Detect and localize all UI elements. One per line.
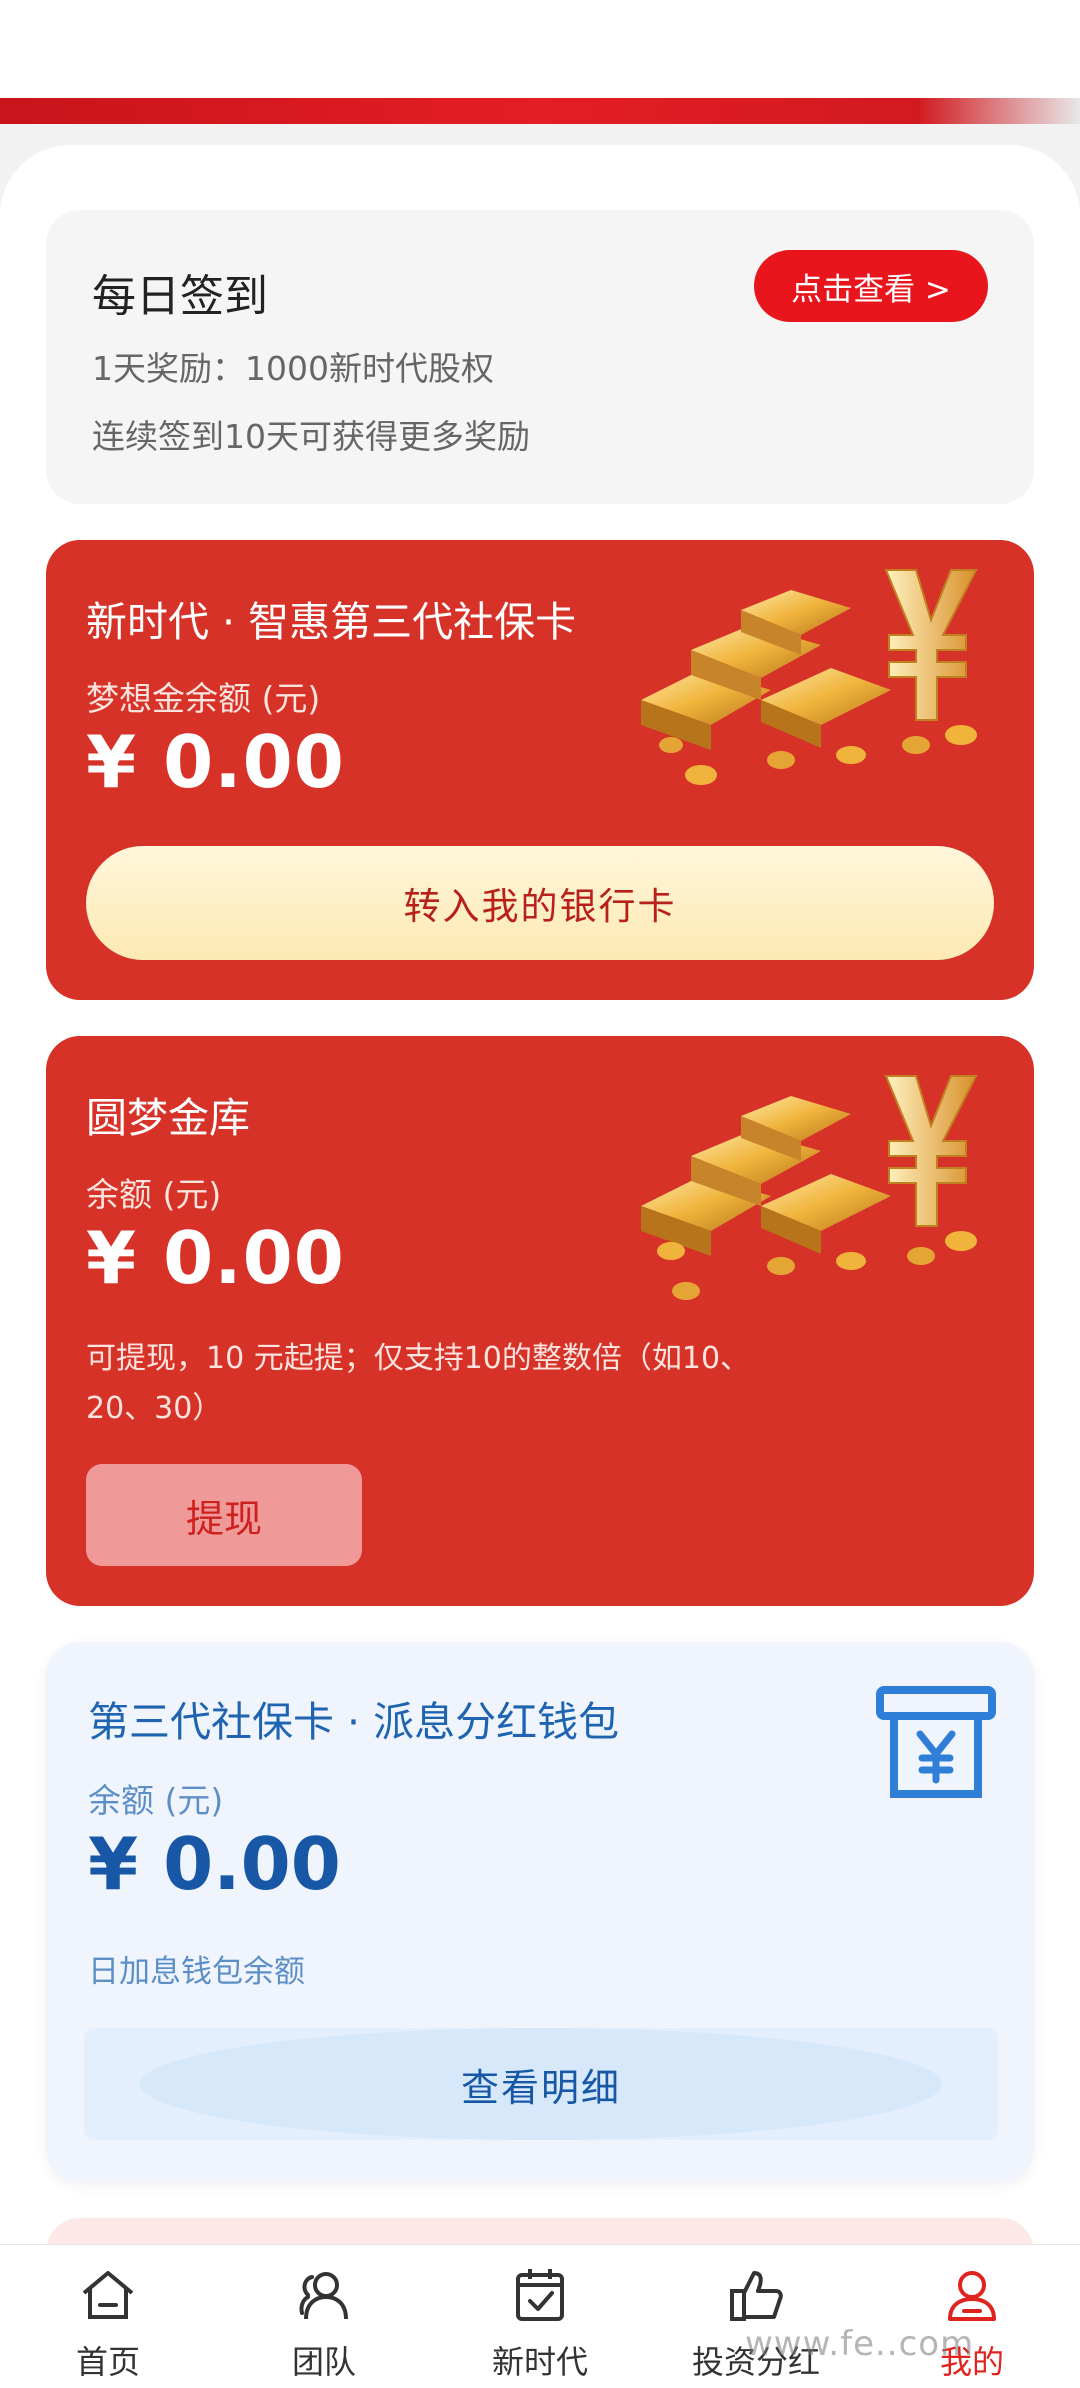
user-icon — [948, 2271, 996, 2321]
balance-amount: ¥ 0.00 — [88, 1822, 341, 1906]
watermark: www.fe..com — [745, 2324, 975, 2364]
home-icon — [82, 2271, 134, 2319]
social-card-wallet: 新时代 · 智惠第三代社保卡 梦想金余额 (元) ¥ 0.00 转入我的银行卡 — [46, 540, 1034, 1000]
nav-investment[interactable]: 投资分红 — [648, 2245, 864, 2388]
card-title: 圆梦金库 — [86, 1094, 250, 1142]
card-title: 第三代社保卡 · 派息分红钱包 — [88, 1698, 620, 1746]
daily-signin-card: 每日签到 点击查看 > 1天奖励：1000新时代股权 连续签到10天可获得更多奖… — [46, 210, 1034, 504]
nav-me[interactable]: 我的 — [864, 2245, 1080, 2388]
dream-vault-card: 圆梦金库 余额 (元) ¥ 0.00 可提现，10 元起提；仅支持10的整数倍（… — [46, 1036, 1034, 1606]
bottom-nav: 首页 团队 新时代 投资分红 我的 — [0, 2244, 1080, 2388]
balance-amount: ¥ 0.00 — [86, 1216, 345, 1300]
team-icon — [299, 2272, 348, 2320]
dividend-wallet-card: 第三代社保卡 · 派息分红钱包 余额 (元) ¥ 0.00 日加息钱包余额 查看… — [46, 1642, 1034, 2182]
view-details-label: 查看明细 — [460, 2065, 621, 2110]
calendar-check-icon — [516, 2269, 564, 2321]
nav-home[interactable]: 首页 — [0, 2245, 216, 2388]
daily-interest-text: 日加息钱包余额 — [88, 1954, 305, 1990]
nav-label: 首页 — [75, 2343, 140, 2381]
balance-label: 余额 (元) — [88, 1781, 224, 1820]
balance-label: 梦想金余额 (元) — [86, 679, 321, 718]
view-details-button[interactable]: 查看明细 — [84, 2028, 998, 2140]
signin-title: 每日签到 — [92, 271, 268, 322]
nav-team[interactable]: 团队 — [216, 2245, 432, 2388]
balance-amount: ¥ 0.00 — [86, 720, 345, 804]
signin-reward-text: 1天奖励：1000新时代股权 — [92, 349, 494, 388]
status-bar — [0, 0, 1080, 98]
header-band — [0, 98, 1080, 124]
withdraw-button[interactable]: 提现 — [86, 1464, 362, 1566]
gold-bars-yuan-icon — [641, 1075, 978, 1300]
atm-wallet-icon — [876, 1686, 996, 1798]
withdraw-rule-text: 可提现，10 元起提；仅支持10的整数倍（如10、20、30） — [86, 1341, 751, 1426]
nav-label: 新时代 — [491, 2343, 588, 2381]
view-signin-button[interactable]: 点击查看 > — [754, 250, 988, 322]
gold-bars-yuan-icon — [641, 569, 978, 785]
nav-label: 团队 — [291, 2343, 356, 2381]
nav-new-era[interactable]: 新时代 — [432, 2245, 648, 2388]
thumbs-up-icon — [730, 2271, 783, 2321]
card-title: 新时代 · 智惠第三代社保卡 — [86, 598, 577, 646]
balance-label: 余额 (元) — [86, 1175, 222, 1214]
transfer-to-bank-button[interactable]: 转入我的银行卡 — [86, 846, 994, 960]
signin-streak-text: 连续签到10天可获得更多奖励 — [92, 417, 530, 456]
